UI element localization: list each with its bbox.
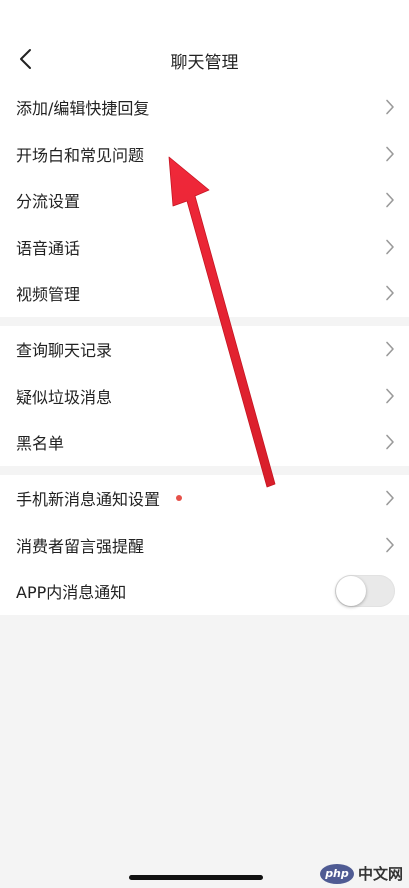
menu-item-video-management[interactable]: 视频管理: [0, 270, 409, 317]
menu-item-greeting-faq[interactable]: 开场白和常见问题: [0, 131, 409, 178]
chevron-right-icon: [386, 341, 394, 357]
menu-item-blacklist[interactable]: 黑名单: [0, 419, 409, 466]
menu-item-label: 消费者留言强提醒: [16, 536, 145, 556]
menu-item-label: 黑名单: [16, 434, 65, 454]
chevron-right-icon: [386, 99, 394, 115]
php-logo: php: [319, 863, 354, 884]
settings-group-notifications: 手机新消息通知设置 消费者留言强提醒 APP内消息通知: [0, 475, 409, 615]
menu-item-label: 疑似垃圾消息: [16, 387, 113, 407]
in-app-notification-toggle[interactable]: [335, 575, 395, 608]
menu-item-routing-settings[interactable]: 分流设置: [0, 177, 409, 224]
watermark-site-text: 中文网: [357, 865, 403, 883]
menu-item-label: 视频管理: [16, 285, 81, 305]
settings-group-chat: 添加/编辑快捷回复 开场白和常见问题 分流设置 语音通话 视频管理: [0, 84, 409, 317]
menu-item-label: 手机新消息通知设置: [16, 490, 161, 510]
chevron-right-icon: [386, 285, 394, 301]
chevron-right-icon: [386, 490, 394, 506]
menu-item-label: 语音通话: [16, 238, 81, 258]
page-title: 聊天管理: [170, 53, 239, 73]
chat-management-page: 聊天管理 添加/编辑快捷回复 开场白和常见问题 分流设置 语音通话 视频管理 查…: [0, 0, 409, 888]
toggle-knob: [336, 576, 366, 607]
menu-item-in-app-notification: APP内消息通知: [0, 568, 409, 615]
menu-item-consumer-message-alert[interactable]: 消费者留言强提醒: [0, 522, 409, 569]
menu-item-label: 开场白和常见问题: [16, 145, 145, 165]
chevron-right-icon: [386, 146, 394, 162]
chevron-right-icon: [386, 388, 394, 404]
menu-item-quick-reply[interactable]: 添加/编辑快捷回复: [0, 84, 409, 131]
menu-item-label: APP内消息通知: [16, 583, 127, 603]
menu-item-label: 添加/编辑快捷回复: [16, 99, 150, 119]
menu-item-label: 分流设置: [16, 192, 81, 212]
chevron-right-icon: [386, 239, 394, 255]
menu-item-phone-notification-settings[interactable]: 手机新消息通知设置: [0, 475, 409, 522]
menu-item-voice-call[interactable]: 语音通话: [0, 224, 409, 271]
settings-group-records: 查询聊天记录 疑似垃圾消息 黑名单: [0, 326, 409, 466]
menu-item-label: 查询聊天记录: [16, 341, 113, 361]
menu-item-chat-history[interactable]: 查询聊天记录: [0, 326, 409, 373]
nav-bar: 聊天管理: [0, 0, 409, 84]
new-badge-dot: [176, 495, 182, 502]
chevron-right-icon: [386, 537, 394, 553]
watermark: php 中文网: [319, 863, 403, 884]
menu-item-suspected-spam[interactable]: 疑似垃圾消息: [0, 373, 409, 420]
chevron-right-icon: [386, 434, 394, 450]
home-indicator: [129, 875, 263, 880]
chevron-right-icon: [386, 192, 394, 208]
